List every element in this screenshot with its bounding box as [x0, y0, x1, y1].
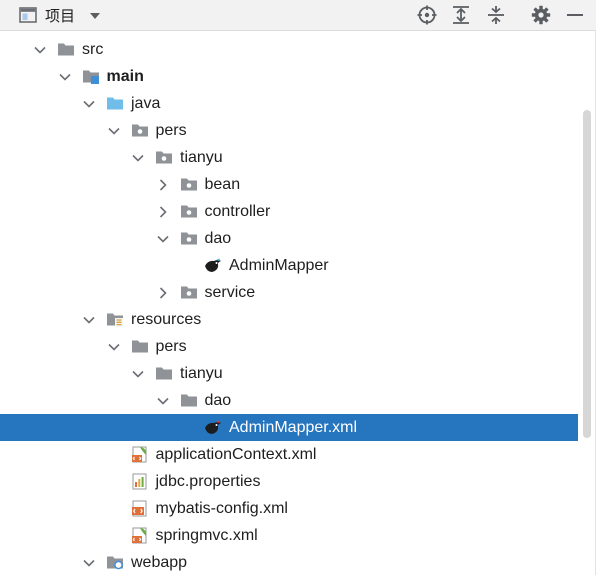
- package-icon: [156, 151, 172, 164]
- tree-item-pers[interactable]: pers: [0, 117, 578, 144]
- tree-item-dao[interactable]: dao: [0, 387, 578, 414]
- tree-item-mybatis-config-xml[interactable]: mybatis-config.xml: [0, 495, 578, 522]
- tree-item-service[interactable]: service: [0, 279, 578, 306]
- tree-item-label: dao: [204, 230, 232, 247]
- spring-xml-icon: [131, 446, 146, 463]
- tree-item-dao[interactable]: dao: [0, 225, 578, 252]
- package-icon: [180, 232, 197, 245]
- mybatis-xml-icon: [205, 420, 221, 434]
- chevron-down-icon[interactable]: [107, 124, 121, 138]
- chevron-down-icon[interactable]: [156, 394, 170, 408]
- chevron-down-icon[interactable]: [33, 43, 47, 57]
- tree-item-label: mybatis-config.xml: [155, 500, 288, 517]
- tree-item-label: tianyu: [180, 149, 223, 166]
- scrollbar-thumb[interactable]: [583, 110, 591, 438]
- module-folder-icon: [82, 70, 99, 84]
- folder-icon: [131, 340, 148, 353]
- project-toolbar: 项目: [0, 0, 596, 31]
- tree-item-label: AdminMapper: [229, 257, 329, 274]
- tree-item-springmvc-xml[interactable]: springmvc.xml: [0, 522, 578, 549]
- collapse-all-icon: [488, 6, 504, 24]
- tree-item-label: controller: [204, 203, 271, 220]
- folder-icon: [156, 367, 172, 380]
- settings-gear-icon: [531, 5, 551, 25]
- chevron-right-icon[interactable]: [156, 286, 170, 300]
- chevron-down-icon[interactable]: [82, 313, 96, 327]
- tree-item-label: jdbc.properties: [155, 473, 261, 490]
- spring-xml-icon: [131, 527, 146, 544]
- vertical-scrollbar[interactable]: [580, 110, 594, 438]
- tree-item-tianyu[interactable]: tianyu: [0, 360, 578, 387]
- project-tree[interactable]: src main java pers tianyu bean controller dao Ad…: [0, 31, 596, 575]
- tree-item-tianyu[interactable]: tianyu: [0, 144, 578, 171]
- chevron-right-icon[interactable]: [156, 205, 170, 219]
- tree-item-label: pers: [155, 122, 187, 139]
- project-view-selector[interactable]: 项目: [19, 4, 101, 26]
- tree-item-label: pers: [155, 338, 187, 355]
- expand-all-icon: [453, 6, 469, 24]
- minimize-button[interactable]: [565, 5, 585, 25]
- tree-item-bean[interactable]: bean: [0, 171, 578, 198]
- collapse-all-button[interactable]: [486, 5, 506, 25]
- dropdown-caret-icon[interactable]: [89, 12, 101, 20]
- folder-icon: [180, 394, 197, 407]
- tree-item-jdbc-properties[interactable]: jdbc.properties: [0, 468, 578, 495]
- chevron-down-icon[interactable]: [82, 97, 96, 111]
- tree-item-label: resources: [131, 311, 202, 328]
- tree-item-adminmapper-xml[interactable]: AdminMapper.xml: [0, 414, 578, 441]
- chevron-down-icon[interactable]: [58, 70, 72, 84]
- tree-item-controller[interactable]: controller: [0, 198, 578, 225]
- chevron-right-icon[interactable]: [156, 178, 170, 192]
- tree-item-applicationcontext-xml[interactable]: applicationContext.xml: [0, 441, 578, 468]
- tree-item-label: AdminMapper.xml: [229, 419, 358, 436]
- package-icon: [131, 124, 148, 137]
- source-root-folder-icon: [107, 97, 123, 110]
- chevron-down-icon[interactable]: [131, 151, 145, 165]
- settings-button[interactable]: [531, 5, 551, 25]
- tree-item-label: bean: [204, 176, 241, 193]
- resources-root-folder-icon: [107, 313, 123, 327]
- minimize-icon: [567, 14, 583, 16]
- tree-item-label: main: [106, 68, 144, 85]
- folder-icon: [58, 43, 74, 56]
- tree-item-resources[interactable]: resources: [0, 306, 578, 333]
- tree-item-label: dao: [204, 392, 232, 409]
- expand-all-button[interactable]: [451, 5, 471, 25]
- tree-item-label: tianyu: [180, 365, 223, 382]
- chevron-down-icon[interactable]: [107, 340, 121, 354]
- tree-item-label: webapp: [131, 554, 188, 571]
- tree-item-adminmapper[interactable]: AdminMapper: [0, 252, 578, 279]
- package-icon: [180, 205, 197, 218]
- web-folder-icon: [107, 556, 123, 570]
- chevron-down-icon[interactable]: [156, 232, 170, 246]
- properties-file-icon: [132, 473, 146, 490]
- tree-item-main[interactable]: main: [0, 63, 578, 90]
- tree-item-label: springmvc.xml: [155, 527, 258, 544]
- tree-item-src[interactable]: src: [0, 36, 578, 63]
- chevron-down-icon[interactable]: [131, 367, 145, 381]
- project-view-title: 项目: [45, 7, 76, 25]
- tree-item-label: service: [204, 284, 256, 301]
- package-icon: [180, 286, 197, 299]
- locate-button[interactable]: [417, 5, 437, 25]
- tree-item-webapp[interactable]: webapp: [0, 549, 578, 575]
- xml-file-icon: [131, 500, 146, 517]
- tree-item-label: src: [82, 41, 104, 58]
- project-view-icon: [19, 7, 37, 23]
- mybatis-bird-icon: [205, 258, 221, 272]
- tree-item-java[interactable]: java: [0, 90, 578, 117]
- chevron-down-icon[interactable]: [82, 556, 96, 570]
- tree-item-label: java: [131, 95, 161, 112]
- tree-item-label: applicationContext.xml: [155, 446, 317, 463]
- locate-icon: [417, 5, 437, 25]
- tree-item-pers[interactable]: pers: [0, 333, 578, 360]
- package-icon: [180, 178, 197, 191]
